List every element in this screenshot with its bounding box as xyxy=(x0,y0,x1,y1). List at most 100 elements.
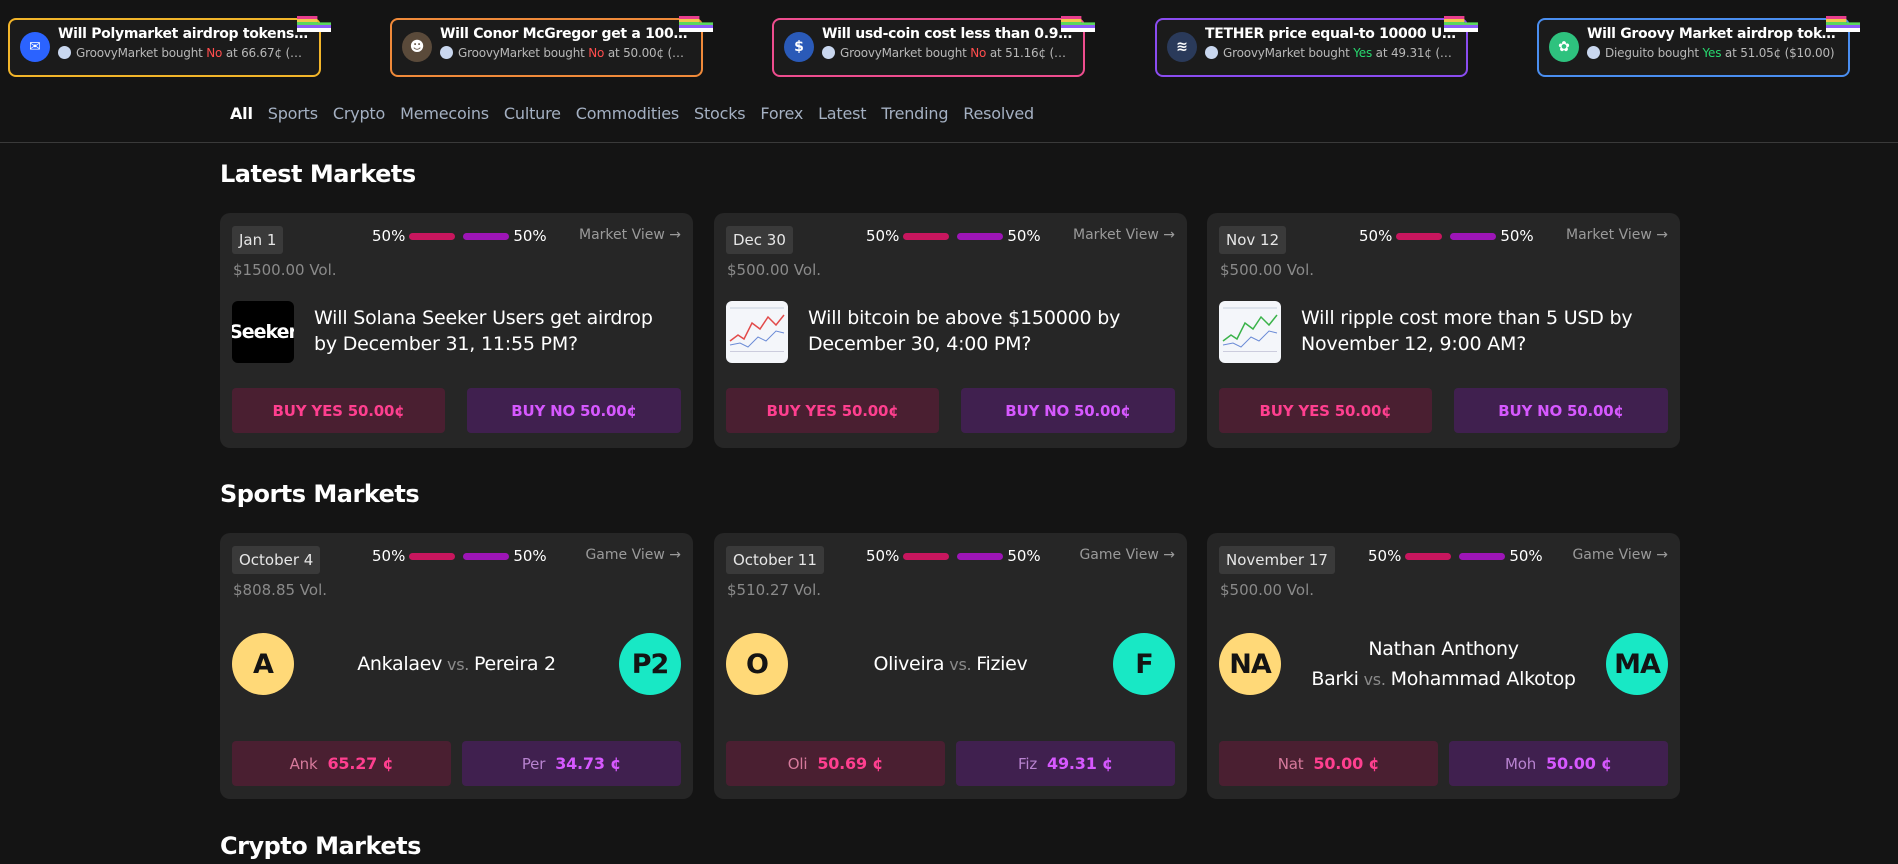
nav-tab-all[interactable]: All xyxy=(230,104,253,123)
view-link[interactable]: Market View → xyxy=(1073,227,1175,243)
fighter-left-name: Ankalaev xyxy=(357,652,443,675)
ticker-title: Will Groovy Market airdrop tokens b... xyxy=(1587,26,1838,42)
date-badge: October 11 xyxy=(726,546,824,574)
outcome-b-key: Moh xyxy=(1505,754,1537,773)
ticker-title: Will usd-coin cost less than 0.97 US... xyxy=(822,26,1073,42)
sports-card[interactable]: November 17 $500.00 Vol. 50% 50% Game View →… xyxy=(1207,533,1680,799)
fighter-right-name: Fiziev xyxy=(976,652,1028,675)
nav-tab-commodities[interactable]: Commodities xyxy=(576,104,679,123)
nav-tab-culture[interactable]: Culture xyxy=(504,104,561,123)
sports-markets-title: Sports Markets xyxy=(220,480,420,508)
market-card[interactable]: Nov 12 $500.00 Vol. 50% 50% Market View → Wil… xyxy=(1207,213,1680,448)
flag-icon xyxy=(1444,16,1478,32)
sports-card[interactable]: October 4 $808.85 Vol. 50% 50% Game View → A P… xyxy=(220,533,693,799)
ticker-card[interactable]: $ Will usd-coin cost less than 0.97 US...… xyxy=(772,16,1095,77)
nav-tab-stocks[interactable]: Stocks xyxy=(694,104,746,123)
no-bar xyxy=(463,552,510,560)
nav-tab-memecoins[interactable]: Memecoins xyxy=(400,104,489,123)
yes-percent: 50% xyxy=(372,227,406,245)
ticker-card[interactable]: ≋ TETHER price equal-to 10000 USD GroovyMa… xyxy=(1155,16,1478,77)
market-thumbnail xyxy=(726,301,788,363)
outcome-a-button[interactable]: Oli 50.69 ¢ xyxy=(726,741,945,786)
user-avatar-icon xyxy=(1587,46,1600,59)
buy-no-button[interactable]: BUY NO 50.00¢ xyxy=(1454,388,1668,433)
ticker-card[interactable]: ✿ Will Groovy Market airdrop tokens b... D… xyxy=(1537,16,1860,77)
flag-icon xyxy=(297,16,331,32)
nav-tab-resolved[interactable]: Resolved xyxy=(963,104,1034,123)
market-question[interactable]: Will bitcoin be above $150000 by Decembe… xyxy=(808,305,1168,357)
yes-percent: 50% xyxy=(866,227,900,245)
matchup-text: Nathan Anthony Barki vs. Mohammad Alkotop xyxy=(1287,634,1600,695)
market-question[interactable]: Will ripple cost more than 5 USD by Nove… xyxy=(1301,305,1661,357)
flag-icon xyxy=(1826,16,1860,32)
outcome-a-key: Oli xyxy=(787,754,808,773)
probability-bar: 50% 50% xyxy=(372,227,547,245)
yes-bar xyxy=(1396,232,1443,240)
no-percent: 50% xyxy=(513,227,547,245)
outcome-b-price: 34.73 ¢ xyxy=(555,754,622,773)
buy-yes-button[interactable]: BUY YES 50.00¢ xyxy=(1219,388,1432,433)
sports-card[interactable]: October 11 $510.27 Vol. 50% 50% Game View → O… xyxy=(714,533,1187,799)
ticker-card[interactable]: ✉ Will Polymarket airdrop tokens by D... G… xyxy=(8,16,331,77)
outcome-b-button[interactable]: Moh 50.00 ¢ xyxy=(1449,741,1668,786)
buy-yes-button[interactable]: BUY YES 50.00¢ xyxy=(232,388,445,433)
user-avatar-icon xyxy=(822,46,835,59)
nav-tab-latest[interactable]: Latest xyxy=(818,104,866,123)
buy-yes-button[interactable]: BUY YES 50.00¢ xyxy=(726,388,939,433)
flag-icon xyxy=(679,16,713,32)
probability-bar: 50% 50% xyxy=(866,547,1041,565)
date-badge: Jan 1 xyxy=(232,226,284,254)
market-avatar-icon: ✿ xyxy=(1549,32,1579,62)
outcome-a-button[interactable]: Ank 65.27 ¢ xyxy=(232,741,451,786)
buy-no-button[interactable]: BUY NO 50.00¢ xyxy=(961,388,1175,433)
market-card[interactable]: Dec 30 $500.00 Vol. 50% 50% Market View → Wil… xyxy=(714,213,1187,448)
buy-no-button[interactable]: BUY NO 50.00¢ xyxy=(467,388,681,433)
market-question[interactable]: Will Solana Seeker Users get airdrop by … xyxy=(314,305,674,357)
outcome-b-button[interactable]: Fiz 49.31 ¢ xyxy=(956,741,1175,786)
view-link[interactable]: Market View → xyxy=(579,227,681,243)
user-avatar-icon xyxy=(58,46,71,59)
probability-bar: 50% 50% xyxy=(372,547,547,565)
matchup: Ankalaev vs. Pereira 2 xyxy=(300,631,613,697)
ticker-title: Will Polymarket airdrop tokens by D... xyxy=(58,26,309,42)
volume-text: $500.00 Vol. xyxy=(1220,581,1315,599)
nav-tab-forex[interactable]: Forex xyxy=(760,104,803,123)
nav-tab-sports[interactable]: Sports xyxy=(268,104,318,123)
outcome-a-button[interactable]: Nat 50.00 ¢ xyxy=(1219,741,1438,786)
yes-bar xyxy=(903,232,950,240)
ticker-side: Yes xyxy=(1702,46,1722,60)
thumb-logo-text: Seeker xyxy=(232,321,294,343)
no-bar xyxy=(957,552,1004,560)
market-card[interactable]: Jan 1 $1500.00 Vol. 50% 50% Market View → See… xyxy=(220,213,693,448)
ticker-amount: ($4... xyxy=(1435,46,1456,60)
ticker-user: Dieguito xyxy=(1605,46,1654,60)
fighter-right-avatar: F xyxy=(1113,633,1175,695)
date-badge: Nov 12 xyxy=(1219,226,1287,254)
ticker-card[interactable]: ☻ Will Conor McGregor get a 100 gold... Gr… xyxy=(390,16,713,77)
nav-tab-crypto[interactable]: Crypto xyxy=(333,104,385,123)
nav-tab-trending[interactable]: Trending xyxy=(881,104,948,123)
view-link[interactable]: Game View → xyxy=(585,547,681,563)
vs-label: vs. xyxy=(1363,669,1386,689)
ticker-action: bought xyxy=(543,46,585,60)
yes-percent: 50% xyxy=(1359,227,1393,245)
ticker-side: No xyxy=(588,46,605,60)
volume-text: $500.00 Vol. xyxy=(1220,261,1315,279)
outcome-a-price: 65.27 ¢ xyxy=(327,754,394,773)
view-link[interactable]: Game View → xyxy=(1572,547,1668,563)
market-thumbnail xyxy=(1219,301,1281,363)
outcome-b-key: Per xyxy=(521,754,546,773)
probability-bar: 50% 50% xyxy=(866,227,1041,245)
ticker-price: 51.16¢ xyxy=(1005,46,1046,60)
matchup-text: Oliveira vs. Fiziev xyxy=(874,649,1028,680)
matchup-text: Ankalaev vs. Pereira 2 xyxy=(357,649,556,680)
yes-bar xyxy=(409,232,456,240)
ticker-at: at xyxy=(1724,46,1737,60)
user-avatar-icon xyxy=(1205,46,1218,59)
fighter-left-name: Oliveira xyxy=(873,652,945,675)
view-link[interactable]: Market View → xyxy=(1566,227,1668,243)
outcome-b-button[interactable]: Per 34.73 ¢ xyxy=(462,741,681,786)
ticker-trade: GroovyMarket bought No at 51.16¢ ($3... xyxy=(822,46,1073,60)
crypto-markets-title: Crypto Markets xyxy=(220,832,421,860)
view-link[interactable]: Game View → xyxy=(1079,547,1175,563)
